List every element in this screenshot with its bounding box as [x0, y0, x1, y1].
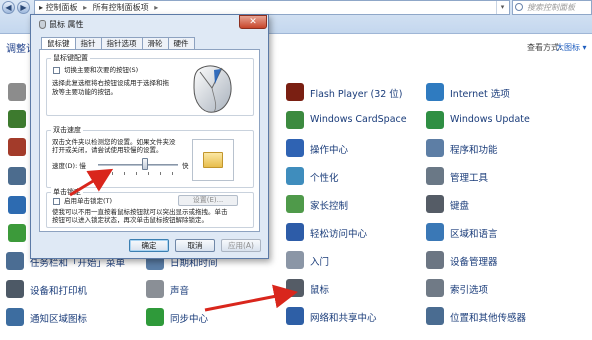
mouse-properties-dialog: 鼠标 属性 ✕ 鼠标键 指针 指针选项 滑轮 硬件 鼠标键配置 切换主要和次要的按钮(S…: [30, 14, 269, 259]
taskbar-icon: [6, 252, 24, 270]
slider-tick: [160, 172, 161, 175]
update-icon: [426, 111, 444, 129]
slider-tick: [124, 172, 125, 175]
windows-icon: [8, 138, 26, 156]
breadcrumb-all-items[interactable]: 所有控制面板项: [93, 3, 149, 12]
flash-icon: [286, 83, 304, 101]
forward-button[interactable]: ▶: [17, 1, 30, 14]
button-config-desc: 选择此复选框将右按钮设成用于选择和拖: [52, 79, 169, 87]
group-title: 双击速度: [51, 125, 83, 135]
test-folder-area[interactable]: [192, 139, 234, 181]
recovery-icon: [8, 196, 26, 214]
tab-pointers[interactable]: 指针: [74, 37, 102, 49]
notification-icon: [6, 308, 24, 326]
default-programs-icon: [8, 224, 26, 242]
device-manager-icon: [426, 251, 444, 269]
flag-icon: [286, 139, 304, 157]
click-lock-desc: 使我可以不用一直按着鼠标按钮就可以突出显示或拖拽。单击: [52, 208, 228, 216]
internet-icon: [426, 83, 444, 101]
document-icon: [8, 83, 26, 101]
search-input[interactable]: 搜索控制面板: [512, 0, 592, 15]
fax-icon: [8, 167, 26, 185]
slider-tick: [112, 172, 113, 175]
sync-icon: [146, 308, 164, 326]
printer-icon: [6, 280, 24, 298]
speed-slider-thumb[interactable]: [142, 158, 148, 170]
tab-panel: 鼠标键配置 切换主要和次要的按钮(S) 选择此复选框将右按钮设成用于选择和拖 放…: [39, 49, 260, 232]
breadcrumb-sep: ▸: [83, 3, 88, 12]
region-icon: [426, 223, 444, 241]
button-config-desc: 放等主要功能的按钮。: [52, 88, 117, 96]
click-lock-label: 启用单击锁定(T): [64, 197, 113, 205]
slider-tick: [100, 172, 101, 175]
index-icon: [426, 279, 444, 297]
restore-icon: [8, 110, 26, 128]
apply-button[interactable]: 应用(A): [221, 239, 261, 252]
arrow-to-mouse-item: [204, 284, 298, 312]
click-lock-checkbox[interactable]: [53, 198, 60, 205]
ok-button[interactable]: 确定: [129, 239, 169, 252]
dialog-titlebar: 鼠标 属性: [39, 19, 84, 30]
getting-started-icon: [286, 251, 304, 269]
address-bar[interactable]: ▸ 控制面板 ▸ 所有控制面板项 ▸: [34, 0, 510, 15]
double-click-desc: 打开或关闭，请尝试使用较慢的设置。: [52, 146, 163, 154]
breadcrumb-sep: ▸: [39, 3, 44, 12]
switch-buttons-checkbox[interactable]: [53, 67, 60, 74]
cardspace-icon: [286, 111, 304, 129]
cancel-button[interactable]: 取消: [175, 239, 215, 252]
tab-wheel[interactable]: 滑轮: [141, 37, 169, 49]
network-icon: [286, 307, 304, 325]
switch-buttons-label: 切换主要和次要的按钮(S): [64, 66, 139, 74]
speed-slider-track[interactable]: [98, 164, 178, 166]
search-icon: [515, 3, 523, 11]
sound-icon: [146, 280, 164, 298]
keyboard-icon: [426, 195, 444, 213]
slider-tick: [172, 172, 173, 175]
double-click-desc: 双击文件夹以检测您的设置。如果文件夹没: [52, 138, 176, 146]
sensor-icon: [426, 307, 444, 325]
personalize-icon: [286, 167, 304, 185]
slider-tick: [136, 172, 137, 175]
group-title: 单击锁定: [51, 187, 83, 197]
breadcrumb-sep: ▸: [154, 3, 159, 12]
close-button[interactable]: ✕: [239, 15, 267, 29]
click-lock-settings-button[interactable]: 设置(E)...: [178, 195, 238, 206]
programs-icon: [426, 139, 444, 157]
back-button[interactable]: ◀: [2, 1, 15, 14]
address-dropdown-icon[interactable]: ▾: [496, 1, 508, 14]
speed-label: 速度(D): 慢: [52, 162, 86, 170]
slider-tick: [148, 172, 149, 175]
fast-label: 快: [182, 162, 189, 170]
click-lock-desc: 按钮可以进入锁定状态，再次单击鼠标按钮解除锁定。: [52, 216, 208, 224]
mouse-icon: [286, 279, 304, 297]
dialog-title: 鼠标 属性: [49, 20, 84, 29]
folder-icon: [203, 152, 223, 168]
group-title: 鼠标键配置: [51, 53, 90, 63]
tab-hardware[interactable]: 硬件: [167, 37, 195, 49]
mouse-icon: [39, 20, 46, 29]
view-by-select[interactable]: 大图标 ▾: [556, 42, 587, 53]
breadcrumb-control-panel[interactable]: 控制面板: [46, 3, 78, 12]
tab-pointer-options[interactable]: 指针选项: [100, 37, 143, 49]
access-icon: [286, 223, 304, 241]
mouse-illustration-icon: [193, 65, 232, 113]
admin-tools-icon: [426, 167, 444, 185]
parental-icon: [286, 195, 304, 213]
